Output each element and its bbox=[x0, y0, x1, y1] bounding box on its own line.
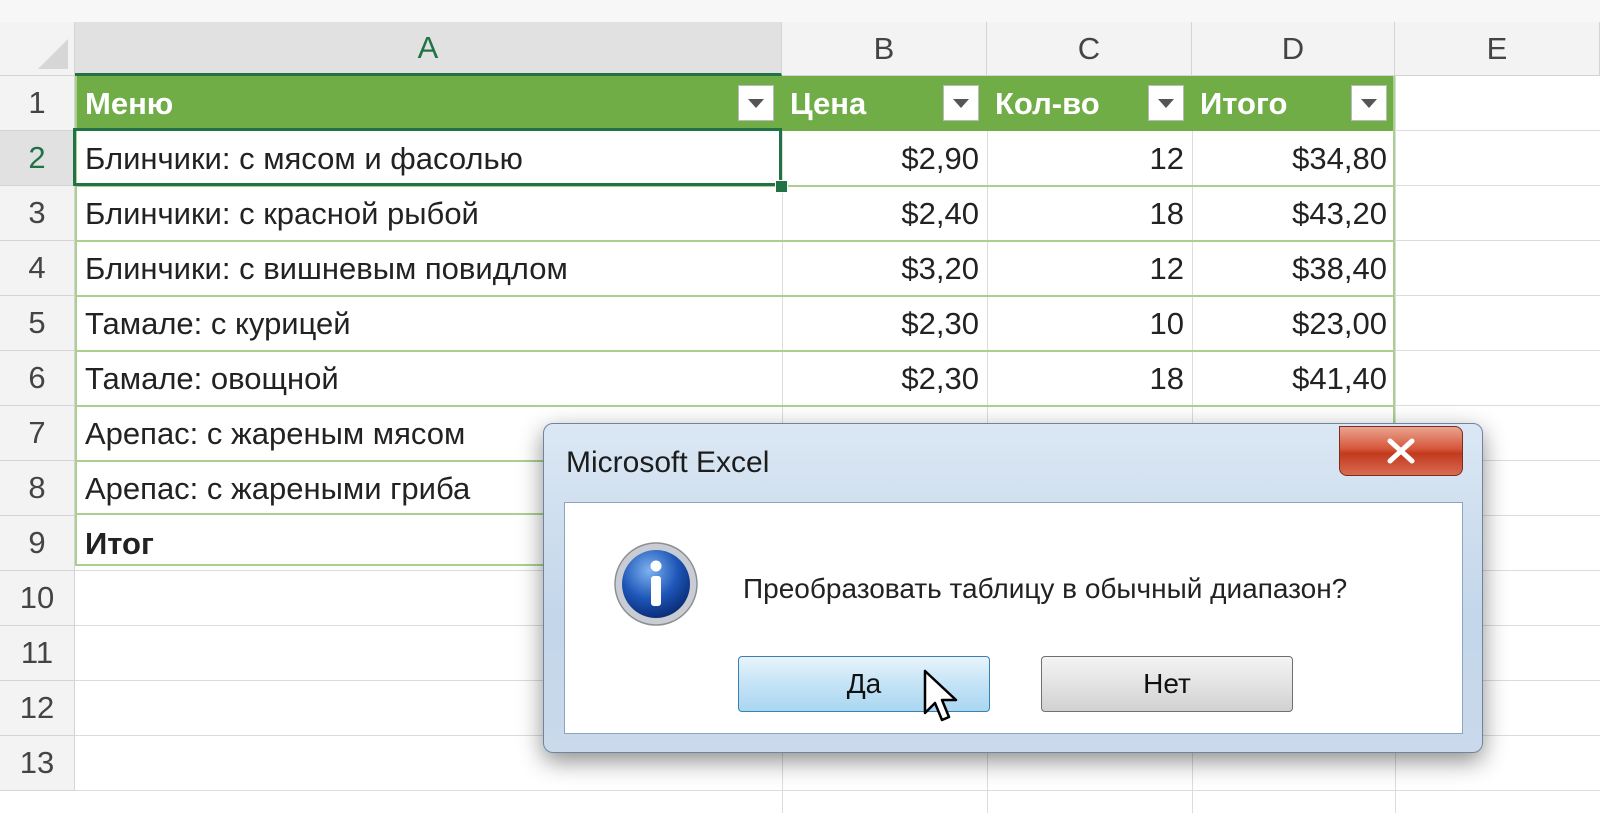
no-button[interactable]: Нет bbox=[1041, 656, 1293, 712]
cell-a3[interactable]: Блинчики: с красной рыбой bbox=[77, 186, 782, 241]
table-header-menu[interactable]: Меню bbox=[77, 76, 782, 131]
row-header-1[interactable]: 1 bbox=[0, 76, 75, 131]
cell-a4[interactable]: Блинчики: с вишневым повидлом bbox=[77, 241, 782, 296]
column-header-d[interactable]: D bbox=[1192, 22, 1395, 76]
cell-c4[interactable]: 12 bbox=[987, 241, 1192, 296]
row-header-12[interactable]: 12 bbox=[0, 681, 75, 736]
cell-c6[interactable]: 18 bbox=[987, 351, 1192, 406]
cell-a6[interactable]: Тамале: овощной bbox=[77, 351, 782, 406]
cell-b6[interactable]: $2,30 bbox=[782, 351, 987, 406]
dialog-body: Преобразовать таблицу в обычный диапазон… bbox=[564, 502, 1463, 734]
dialog-title: Microsoft Excel bbox=[566, 446, 770, 479]
row-header-5[interactable]: 5 bbox=[0, 296, 75, 351]
column-header-a[interactable]: A bbox=[75, 22, 782, 76]
cell-d4[interactable]: $38,40 bbox=[1192, 241, 1395, 296]
gridline bbox=[75, 790, 1600, 791]
gridline bbox=[1395, 405, 1600, 406]
column-header-c[interactable]: C bbox=[987, 22, 1192, 76]
cell-c2[interactable]: 12 bbox=[987, 131, 1192, 186]
cell-a5[interactable]: Тамале: с курицей bbox=[77, 296, 782, 351]
toolbar-strip bbox=[0, 0, 1600, 22]
row-header-7[interactable]: 7 bbox=[0, 406, 75, 461]
filter-dropdown-icon[interactable] bbox=[943, 85, 979, 121]
filter-dropdown-icon[interactable] bbox=[738, 85, 774, 121]
cell-d3[interactable]: $43,20 bbox=[1192, 186, 1395, 241]
fill-handle[interactable] bbox=[775, 180, 788, 193]
cell-b3[interactable]: $2,40 bbox=[782, 186, 987, 241]
cell-b4[interactable]: $3,20 bbox=[782, 241, 987, 296]
cell-d6[interactable]: $41,40 bbox=[1192, 351, 1395, 406]
row-header-13[interactable]: 13 bbox=[0, 736, 75, 791]
column-header-b[interactable]: B bbox=[782, 22, 987, 76]
select-all-corner[interactable] bbox=[0, 22, 75, 76]
cell-c3[interactable]: 18 bbox=[987, 186, 1192, 241]
column-header-e[interactable]: E bbox=[1395, 22, 1600, 76]
row-header-2[interactable]: 2 bbox=[0, 131, 75, 186]
row-header-10[interactable]: 10 bbox=[0, 571, 75, 626]
close-icon bbox=[1387, 438, 1415, 464]
gridline bbox=[1395, 240, 1600, 241]
row-header-3[interactable]: 3 bbox=[0, 186, 75, 241]
row-header-4[interactable]: 4 bbox=[0, 241, 75, 296]
row-header-9[interactable]: 9 bbox=[0, 516, 75, 571]
filter-dropdown-icon[interactable] bbox=[1351, 85, 1387, 121]
gridline bbox=[1395, 130, 1600, 131]
gridline bbox=[1395, 350, 1600, 351]
cell-b2[interactable]: $2,90 bbox=[782, 131, 987, 186]
close-button[interactable] bbox=[1339, 426, 1463, 476]
row-header-11[interactable]: 11 bbox=[0, 626, 75, 681]
gridline bbox=[1395, 185, 1600, 186]
gridline bbox=[1395, 295, 1600, 296]
row-header-8[interactable]: 8 bbox=[0, 461, 75, 516]
mouse-pointer-icon bbox=[923, 669, 958, 722]
cell-b5[interactable]: $2,30 bbox=[782, 296, 987, 351]
dialog-message: Преобразовать таблицу в обычный диапазон… bbox=[743, 573, 1348, 604]
cell-c5[interactable]: 10 bbox=[987, 296, 1192, 351]
cell-d5[interactable]: $23,00 bbox=[1192, 296, 1395, 351]
active-cell-selection bbox=[73, 128, 782, 186]
info-icon bbox=[614, 542, 698, 626]
cell-d2[interactable]: $34,80 bbox=[1192, 131, 1395, 186]
convert-to-range-dialog: Microsoft Excel Преобразовать таблицу в … bbox=[543, 423, 1483, 753]
filter-dropdown-icon[interactable] bbox=[1148, 85, 1184, 121]
row-header-6[interactable]: 6 bbox=[0, 351, 75, 406]
